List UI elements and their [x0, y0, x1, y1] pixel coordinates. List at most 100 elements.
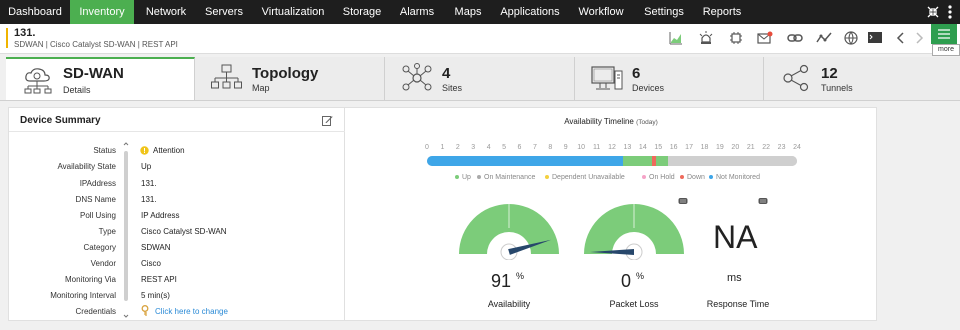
nav-network[interactable]: Network: [138, 0, 194, 24]
nav-storage[interactable]: Storage: [334, 0, 390, 24]
value-category: SDWAN: [141, 243, 171, 252]
legend-item: Dependent Unavailable: [545, 174, 625, 181]
legend-label: On Maintenance: [484, 174, 536, 181]
scrollbar[interactable]: [123, 141, 129, 319]
kebab-menu-icon[interactable]: [948, 5, 952, 19]
device-summary-panel: Device Summary Status Attention Availabi…: [8, 107, 346, 321]
availability-panel: Availability Timeline (Today) 0123456789…: [345, 107, 877, 321]
nav-applications[interactable]: Applications: [496, 0, 564, 24]
availability-unit: %: [516, 271, 525, 281]
timeline-hour-label: 10: [577, 144, 586, 151]
packet-loss-number: 0: [621, 271, 632, 291]
mail-icon[interactable]: [757, 30, 773, 46]
timeline-hour-label: 8: [548, 144, 553, 151]
nav-servers[interactable]: Servers: [198, 0, 250, 24]
link-icon[interactable]: [787, 30, 803, 46]
timeline-hour-label: 23: [777, 144, 786, 151]
terminal-icon[interactable]: [867, 30, 883, 46]
tab-devices[interactable]: 6 Devices: [575, 57, 764, 100]
timeline-hour-label: 0: [425, 144, 429, 151]
nav-workflow[interactable]: Workflow: [572, 0, 630, 24]
timeline-title-text: Availability Timeline: [564, 117, 634, 126]
tunnels-icon: [783, 64, 809, 92]
timeline-hour-label: 3: [471, 144, 476, 151]
label-vendor: Vendor: [90, 259, 116, 268]
timeline-hour-label: 19: [716, 144, 724, 151]
label-dns-name: DNS Name: [75, 195, 116, 204]
timeline-segment[interactable]: [655, 156, 668, 166]
legend-dot: [680, 175, 684, 180]
nav-maps[interactable]: Maps: [444, 0, 492, 24]
legend-item: On Hold: [642, 174, 675, 181]
tab-subtitle: Tunnels: [821, 83, 853, 93]
value-status: Attention: [153, 146, 185, 155]
change-credentials-link[interactable]: Click here to change: [155, 307, 228, 316]
value-monitoring-interval: 5 min(s): [141, 291, 170, 300]
value-dns-name: 131.: [141, 195, 157, 204]
timeline-segment[interactable]: [622, 156, 653, 166]
availability-value: 91 %: [491, 271, 524, 292]
cloud-network-icon: [24, 68, 52, 94]
packet-loss-gauge: [584, 202, 684, 260]
value-poll-using: IP Address: [141, 211, 180, 220]
more-tooltip: more: [932, 44, 960, 56]
timeline-hour-label: 11: [592, 144, 601, 151]
chevron-right-icon[interactable]: [911, 30, 927, 46]
nav-virtualization[interactable]: Virtualization: [256, 0, 330, 24]
legend-dot: [642, 175, 646, 180]
timeline-hour-label: 4: [486, 144, 491, 151]
timeline-title: Availability Timeline (Today): [345, 117, 877, 126]
device-icon[interactable]: [728, 30, 744, 46]
timeline-segment[interactable]: [667, 156, 797, 166]
label-credentials: Credentials: [75, 307, 116, 316]
gauge-settings-icon[interactable]: [678, 197, 688, 205]
nav-settings[interactable]: Settings: [638, 0, 690, 24]
timeline-hour-label: 17: [685, 144, 693, 151]
legend-label: Not Monitored: [716, 174, 760, 181]
tab-topology[interactable]: Topology Map: [195, 57, 385, 100]
edit-icon[interactable]: [322, 115, 333, 126]
availability-gauge: [459, 202, 559, 260]
nav-inventory[interactable]: Inventory: [70, 0, 134, 24]
timeline-segment[interactable]: [427, 156, 623, 166]
device-header: 131. SDWAN | Cisco Catalyst SD-WAN | RES…: [0, 24, 960, 54]
topology-icon: [211, 64, 242, 89]
timeline-hour-label: 7: [532, 144, 537, 151]
timeline-hour-label: 9: [563, 144, 568, 151]
timeline-hour-label: 2: [455, 144, 460, 151]
chart-icon[interactable]: [668, 30, 684, 46]
tab-sdwan[interactable]: SD-WAN Details: [6, 57, 195, 100]
alarm-icon[interactable]: [698, 30, 714, 46]
globe-icon[interactable]: [843, 30, 859, 46]
packet-loss-label: Packet Loss: [609, 299, 659, 309]
legend-dot: [477, 175, 481, 180]
tab-title: SD-WAN: [63, 65, 124, 82]
tab-title: Topology: [252, 65, 319, 82]
value-monitoring-via: REST API: [141, 275, 177, 284]
nav-alarms[interactable]: Alarms: [394, 0, 440, 24]
scrollbar-thumb[interactable]: [124, 151, 128, 301]
timeline-hour-label: 21: [746, 144, 755, 151]
availability-number: 91: [491, 271, 512, 291]
trend-icon[interactable]: [816, 30, 832, 46]
more-button[interactable]: [931, 24, 957, 44]
device-subtitle: SDWAN | Cisco Catalyst SD-WAN | REST API: [14, 40, 178, 49]
nav-dashboard[interactable]: Dashboard: [2, 0, 68, 24]
legend-dot: [545, 175, 549, 180]
top-nav: Dashboard Inventory Network Servers Virt…: [0, 0, 960, 24]
chevron-left-icon[interactable]: [893, 30, 909, 46]
tab-title: 4: [442, 65, 451, 82]
scroll-up-icon[interactable]: [123, 141, 129, 147]
legend-label: Dependent Unavailable: [552, 174, 625, 181]
label-ipaddress: IPAddress: [79, 179, 116, 188]
tab-tunnels[interactable]: 12 Tunnels: [764, 57, 960, 100]
availability-timeline-bar[interactable]: [427, 156, 797, 166]
status-accent: [6, 28, 8, 48]
scroll-down-icon[interactable]: [123, 313, 129, 319]
legend-dot: [455, 175, 459, 180]
collapse-icon[interactable]: [927, 6, 939, 18]
gauge-settings-icon[interactable]: [758, 197, 768, 205]
nav-reports[interactable]: Reports: [696, 0, 748, 24]
tab-sites[interactable]: 4 Sites: [385, 57, 575, 100]
response-time-label: Response Time: [706, 299, 770, 309]
